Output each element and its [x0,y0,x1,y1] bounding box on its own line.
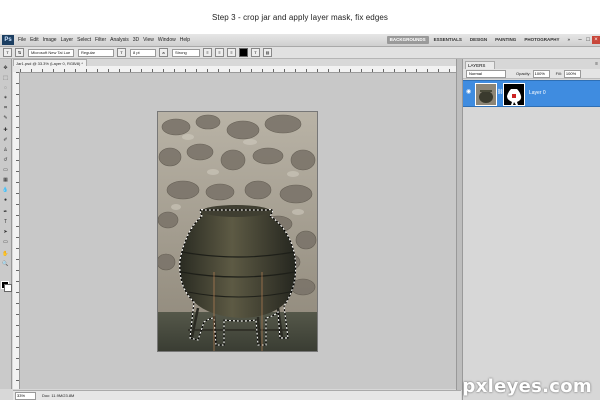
document-canvas[interactable] [157,111,318,352]
layer-mask-image [504,84,524,105]
warp-text-icon[interactable]: T [251,48,260,57]
opacity-field[interactable]: 100% [532,69,550,78]
workspace-photography[interactable]: PHOTOGRAPHY [521,36,562,44]
zoom-icon[interactable]: 🔍 [2,261,9,267]
options-bar: T ⇅ Microsoft New Tai Lue Regular T 8 pt… [0,47,600,59]
close-icon[interactable]: × [592,36,600,44]
text-color-swatch[interactable] [239,48,248,57]
lasso-icon[interactable]: ◌ [2,85,9,91]
menu-analysis[interactable]: Analysis [110,37,129,43]
menu-filter[interactable]: Filter [95,37,106,43]
eyedropper-icon[interactable]: ✎ [2,115,9,121]
clone-stamp-icon[interactable]: ♙ [2,147,9,153]
menu-select[interactable]: Select [77,37,91,43]
eraser-icon[interactable]: ▭ [2,167,9,173]
jar-photo [158,112,317,351]
layer-thumbnail-image [476,84,496,105]
tools-panel: ✥ ⬚ ◌ ✶ ⌗ ✎ ✚ ✐ ♙ ↺ ▭ ▦ 💧 ● ✒ T ➤ ▭ ✋ 🔍 [0,59,12,389]
photoshop-window: Ps File Edit Image Layer Select Filter A… [0,34,600,400]
align-center-icon[interactable]: ≡ [215,48,224,57]
document-info[interactable]: Doc: 11.9M/23.8M [42,393,74,398]
menu-edit[interactable]: Edit [30,37,39,43]
zoom-field[interactable]: 33% [15,391,36,400]
minimize-icon[interactable]: – [576,36,584,44]
application-bar: Ps File Edit Image Layer Select Filter A… [0,34,600,47]
text-icon[interactable]: T [2,219,9,225]
menu-layer[interactable]: Layer [61,37,74,43]
opacity-label: Opacity: [516,71,531,76]
gradient-icon[interactable]: ▦ [2,177,9,183]
path-selection-icon[interactable]: ➤ [2,229,9,235]
menu-3d[interactable]: 3D [133,37,139,43]
marquee-icon[interactable]: ⬚ [2,75,9,81]
status-bar: 33% Doc: 11.9M/23.8M [13,390,461,400]
pxleyes-watermark: pxleyes.com [462,376,592,397]
anti-alias-select[interactable]: Strong [172,48,200,57]
fill-field[interactable]: 100% [563,69,581,78]
orientation-icon[interactable]: ⇅ [15,48,24,57]
anti-alias-icon: a [159,48,168,57]
move-icon[interactable]: ✥ [2,65,9,71]
healing-brush-icon[interactable]: ✚ [2,127,9,133]
font-family-select[interactable]: Microsoft New Tai Lue [28,48,74,57]
layer-controls: Normal Opacity: 100% Fill: 100% [463,69,600,79]
shape-icon[interactable]: ▭ [2,239,9,245]
menu-help[interactable]: Help [180,37,190,43]
history-brush-icon[interactable]: ↺ [2,157,9,163]
character-panel-icon[interactable]: ▤ [263,48,272,57]
magic-wand-icon[interactable]: ✶ [2,95,9,101]
hand-icon[interactable]: ✋ [2,251,9,257]
blur-icon[interactable]: 💧 [2,187,9,193]
crop-icon[interactable]: ⌗ [2,105,9,111]
workspace-design[interactable]: DESIGN [467,36,490,44]
vertical-ruler[interactable] [13,72,20,389]
menu-window[interactable]: Window [158,37,176,43]
workspace-painting[interactable]: PAINTING [492,36,519,44]
maximize-icon[interactable]: □ [584,36,592,44]
photoshop-logo: Ps [2,35,14,45]
more-workspaces-button[interactable]: » [564,36,573,44]
layer-mask-thumbnail[interactable] [503,83,525,106]
brush-icon[interactable]: ✐ [2,137,9,143]
layer-name[interactable]: Layer 0 [529,90,546,96]
workspace-essentials[interactable]: ESSENTIALS [431,36,465,44]
panel-menu-icon[interactable]: ≡ [595,61,598,67]
align-right-icon[interactable]: ≡ [227,48,236,57]
menu-view[interactable]: View [143,37,154,43]
pen-icon[interactable]: ✒ [2,209,9,215]
blend-mode-select[interactable]: Normal [466,69,506,78]
workspace-backgrounds[interactable]: BACKGROUNDS [386,36,429,44]
font-size-select[interactable]: 8 pt [130,48,156,57]
dodge-icon[interactable]: ● [2,197,9,203]
align-left-icon[interactable]: ≡ [203,48,212,57]
layer-thumbnail[interactable] [475,83,497,106]
background-color-swatch[interactable] [4,284,12,292]
layers-tab[interactable]: LAYERS [465,61,495,69]
window-controls: – □ × [576,36,600,44]
canvas-area[interactable] [20,73,460,389]
menu-file[interactable]: File [18,37,26,43]
font-size-icon: T [117,48,126,57]
eye-icon[interactable]: ◉ [466,89,472,95]
menu-image[interactable]: Image [43,37,57,43]
fill-label: Fill: [555,71,562,76]
horizontal-ruler[interactable] [20,66,460,73]
step-caption: Step 3 - crop jar and apply layer mask, … [211,12,389,22]
layer-row[interactable]: ◉ ⛓ Layer 0 [463,80,600,107]
font-style-select[interactable]: Regular [78,48,114,57]
layers-panel: LAYERS ≡ Normal Opacity: 100% Fill: 100%… [462,59,600,400]
text-tool-icon[interactable]: T [3,48,12,57]
